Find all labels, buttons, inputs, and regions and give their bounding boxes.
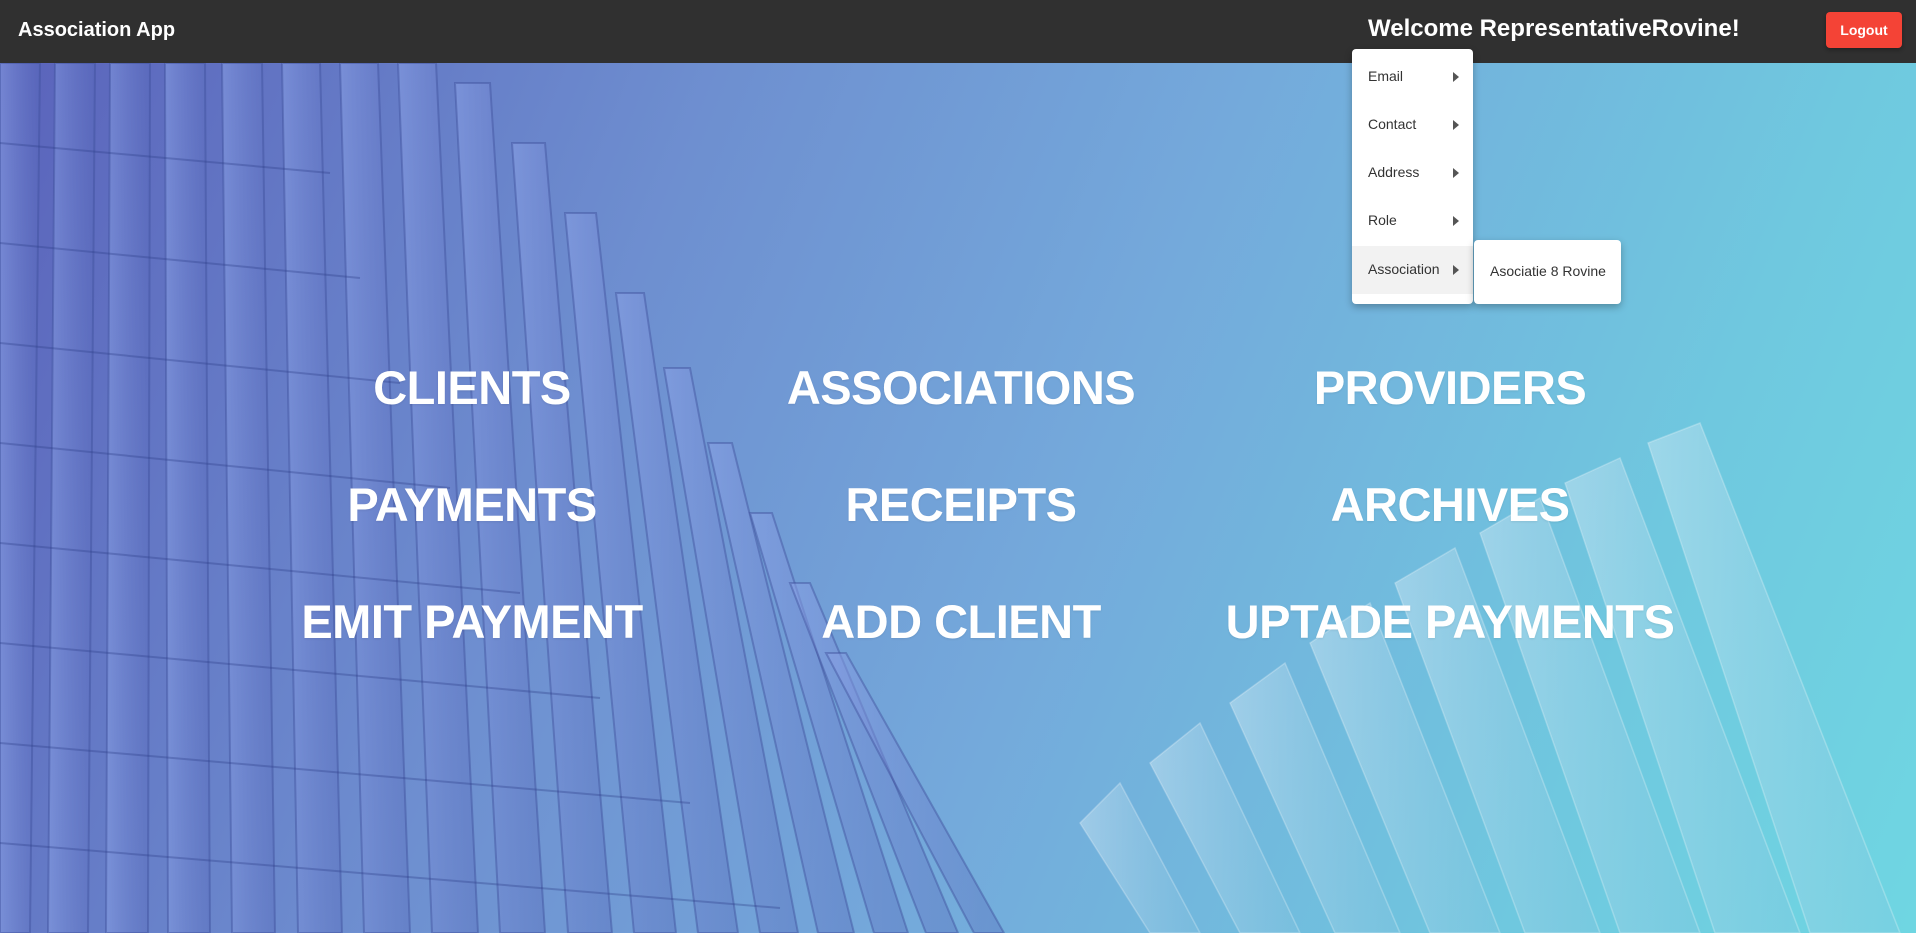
nav-receipts[interactable]: RECEIPTS — [845, 477, 1077, 532]
association-submenu: Asociatie 8 Rovine — [1474, 240, 1621, 304]
caret-right-icon — [1453, 216, 1459, 226]
caret-right-icon — [1453, 72, 1459, 82]
menu-item-label: Association — [1368, 261, 1440, 277]
welcome-message[interactable]: Welcome RepresentativeRovine! — [1368, 15, 1740, 43]
top-app-bar: Association App Welcome RepresentativeRo… — [0, 0, 1916, 63]
menu-item-email[interactable]: Email — [1352, 53, 1473, 101]
menu-item-label: Contact — [1368, 116, 1417, 132]
logout-button[interactable]: Logout — [1826, 12, 1902, 48]
nav-archives[interactable]: ARCHIVES — [1331, 477, 1570, 532]
menu-item-label: Role — [1368, 212, 1397, 228]
app-title[interactable]: Association App — [18, 19, 175, 42]
menu-item-label: Email — [1368, 68, 1404, 84]
nav-clients[interactable]: CLIENTS — [373, 360, 571, 415]
user-dropdown-menu: Email Contact Address Role Association — [1352, 49, 1473, 304]
caret-right-icon — [1453, 265, 1459, 275]
nav-emit-payment[interactable]: EMIT PAYMENT — [301, 594, 643, 649]
menu-item-association[interactable]: Association — [1352, 246, 1473, 294]
nav-providers[interactable]: PROVIDERS — [1314, 360, 1587, 415]
caret-right-icon — [1453, 120, 1459, 130]
submenu-item-association[interactable]: Asociatie 8 Rovine — [1474, 248, 1621, 296]
nav-associations[interactable]: ASSOCIATIONS — [787, 360, 1136, 415]
menu-item-address[interactable]: Address — [1352, 149, 1473, 197]
nav-update-payments[interactable]: UPTADE PAYMENTS — [1226, 594, 1675, 649]
nav-payments[interactable]: PAYMENTS — [347, 477, 597, 532]
menu-item-label: Address — [1368, 164, 1420, 180]
caret-right-icon — [1453, 168, 1459, 178]
nav-add-client[interactable]: ADD CLIENT — [821, 594, 1101, 649]
menu-item-contact[interactable]: Contact — [1352, 101, 1473, 149]
submenu-item-label: Asociatie 8 Rovine — [1490, 263, 1606, 279]
menu-item-role[interactable]: Role — [1352, 197, 1473, 245]
